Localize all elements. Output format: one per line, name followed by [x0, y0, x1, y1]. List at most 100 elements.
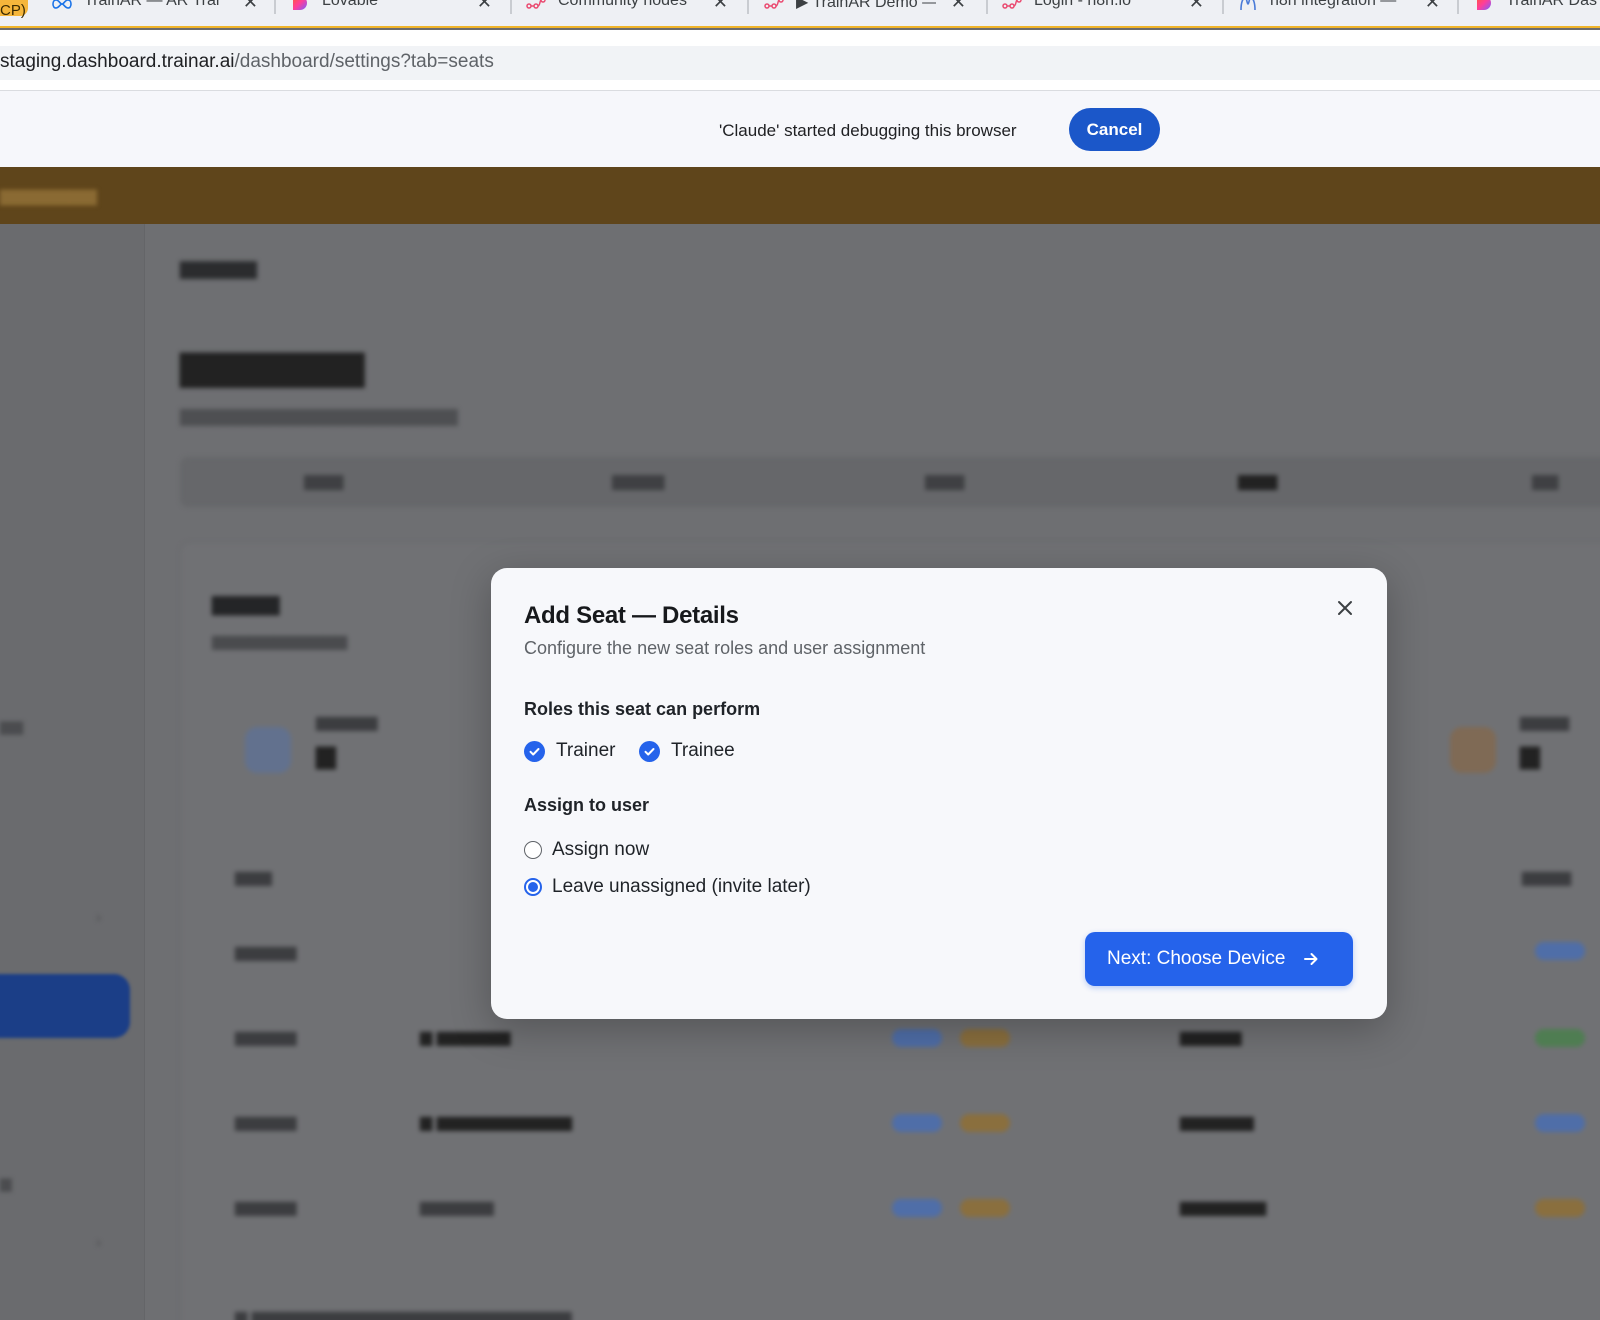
- background-row-text: ▆▆▆▆▆: [235, 1114, 297, 1131]
- background-status-pill: [1535, 942, 1585, 960]
- browser-tab-strip: CP) TrainAR — AR Trai ✕ Lovable ✕ Commun…: [0, 0, 1600, 28]
- close-icon[interactable]: ✕: [1189, 0, 1204, 13]
- claude-icon: [1240, 0, 1256, 11]
- background-card-title: ▆▆▆▆: [212, 590, 280, 615]
- background-row-text: ▆ ▆▆▆▆▆▆▆▆▆▆▆: [420, 1114, 573, 1131]
- background-stat-value: ▆: [1520, 739, 1540, 769]
- role-checkbox-trainee[interactable]: Trainee: [639, 740, 735, 762]
- background-row-text: ▆▆▆▆▆▆: [420, 1199, 494, 1216]
- sidebar-blur-chevron: ›: [96, 1234, 101, 1251]
- lovable-icon: [1477, 0, 1491, 10]
- url-host: staging.dashboard.trainar.ai: [0, 51, 235, 72]
- browser-tab[interactable]: Lovable ✕: [290, 0, 496, 26]
- radio-leave-unassigned[interactable]: Leave unassigned (invite later): [524, 876, 811, 898]
- background-subheading: ▆▆▆▆▆▆▆▆▆▆▆▆▆▆▆▆▆▆▆: [180, 405, 458, 426]
- background-row-text: ▆ ▆▆▆▆▆▆: [420, 1029, 511, 1046]
- radio-selected-icon[interactable]: [524, 878, 542, 896]
- background-stat-value: ▆: [316, 739, 336, 769]
- tab-label: n8n integration —: [1270, 0, 1397, 9]
- checkbox-checked-icon[interactable]: [639, 740, 660, 762]
- role-label: Trainer: [556, 740, 616, 761]
- url-path: /dashboard/settings?tab=seats: [234, 51, 494, 72]
- background-row-text: ▆▆▆▆▆: [235, 944, 297, 961]
- close-icon[interactable]: ✕: [243, 0, 258, 13]
- background-breadcrumb: ▆▆▆▆▆: [180, 257, 257, 279]
- tab-label: TrainAR — AR Trai: [84, 0, 220, 9]
- add-seat-dialog: Add Seat — Details Configure the new sea…: [491, 568, 1387, 1019]
- debugging-message: 'Claude' started debugging this browser: [719, 121, 1017, 140]
- dialog-title: Add Seat — Details: [524, 602, 739, 629]
- background-row-text: ▆▆▆▆▆: [1180, 1029, 1242, 1046]
- infinity-icon: [52, 0, 72, 9]
- browser-tab[interactable]: Login - n8n.io ✕: [1002, 0, 1208, 26]
- url-field[interactable]: staging.dashboard.trainar.ai/dashboard/s…: [0, 46, 1600, 80]
- close-icon[interactable]: ✕: [951, 0, 966, 13]
- background-role-pill: [960, 1029, 1010, 1047]
- background-status-pill: [1535, 1029, 1585, 1047]
- background-col-header: ▆▆▆▆: [1522, 869, 1572, 886]
- browser-tab[interactable]: Community nodes ✕: [526, 0, 732, 26]
- close-icon[interactable]: ✕: [477, 0, 492, 13]
- background-col-header: ▆▆▆: [235, 869, 272, 886]
- background-heading: ▆▆▆▆▆▆: [180, 343, 365, 387]
- browser-tab[interactable]: TrainAR — AR Trai ✕: [52, 0, 262, 26]
- address-bar: staging.dashboard.trainar.ai/dashboard/s…: [0, 30, 1600, 90]
- browser-tab[interactable]: ▶ TrainAR Demo — ✕: [764, 0, 970, 26]
- lovable-icon: [293, 0, 307, 10]
- sidebar-blur-text: ▆▆: [0, 718, 24, 735]
- background-role-pill: [892, 1114, 942, 1132]
- browser-tab[interactable]: TrainAR Das: [1474, 0, 1600, 26]
- background-stat-icon: [245, 727, 291, 773]
- arrow-right-icon: [1301, 949, 1321, 969]
- background-row-text: ▆▆▆▆▆▆▆: [1180, 1199, 1267, 1216]
- debugging-infobar: 'Claude' started debugging this browser …: [0, 90, 1600, 167]
- background-card-desc: ▆▆▆▆▆▆▆▆▆▆▆: [212, 633, 348, 650]
- radio-assign-now[interactable]: Assign now: [524, 839, 649, 861]
- close-icon[interactable]: ✕: [1425, 0, 1440, 13]
- background-role-pill: [892, 1199, 942, 1217]
- dialog-description: Configure the new seat roles and user as…: [524, 638, 926, 658]
- checkbox-checked-icon[interactable]: [524, 740, 545, 762]
- top-banner: ▆▆▆▆▆▆▆: [0, 167, 1600, 224]
- background-tabs: ▆▆▆ ▆▆▆▆ ▆▆▆ ▆▆▆ ▆▆: [180, 457, 1600, 507]
- background-row-text: ▆▆▆▆▆: [235, 1029, 297, 1046]
- sidebar-blur-chevron: ›: [96, 909, 101, 926]
- background-stat-label: ▆▆▆▆▆: [316, 714, 378, 731]
- background-footer-note: ▆ ▆▆▆▆▆▆▆▆▆▆▆▆▆▆▆▆▆▆▆▆▆▆▆▆▆▆: [235, 1309, 572, 1320]
- radio-unselected-icon[interactable]: [524, 841, 542, 859]
- background-status-pill: [1535, 1199, 1585, 1217]
- tab-label: ▶ TrainAR Demo —: [796, 0, 936, 11]
- close-icon[interactable]: [1333, 596, 1357, 620]
- close-icon[interactable]: ✕: [713, 0, 728, 13]
- assign-label: Assign to user: [524, 795, 650, 815]
- n8n-icon: [764, 0, 784, 9]
- background-row-text: ▆▆▆▆▆▆: [1180, 1114, 1254, 1131]
- sidebar-active-item: [0, 974, 130, 1038]
- tab-group-badge[interactable]: CP): [0, 0, 28, 19]
- background-role-pill: [960, 1114, 1010, 1132]
- role-label: Trainee: [671, 740, 735, 761]
- roles-label: Roles this seat can perform: [524, 699, 761, 719]
- next-choose-device-button[interactable]: Next: Choose Device: [1085, 932, 1353, 986]
- background-status-pill: [1535, 1114, 1585, 1132]
- background-role-pill: [892, 1029, 942, 1047]
- background-row-text: ▆▆▆▆▆: [235, 1199, 297, 1216]
- tab-label: Login - n8n.io: [1034, 0, 1131, 9]
- sidebar-blur-text: ▆: [0, 1175, 12, 1192]
- tab-label: TrainAR Das: [1506, 0, 1597, 9]
- background-stat-label: ▆▆▆▆: [1520, 714, 1570, 731]
- next-button-label: Next: Choose Device: [1107, 948, 1286, 969]
- radio-label: Assign now: [552, 839, 650, 860]
- tab-label: Community nodes: [558, 0, 687, 9]
- tab-label: Lovable: [322, 0, 379, 9]
- banner-blur: ▆▆▆▆▆▆▆: [0, 185, 97, 205]
- role-checkbox-trainer[interactable]: Trainer: [524, 740, 615, 762]
- browser-tab[interactable]: n8n integration — ✕: [1238, 0, 1444, 26]
- n8n-icon: [526, 0, 546, 9]
- sidebar: ▆▆ › ▆ ›: [0, 224, 145, 1320]
- n8n-icon: [1002, 0, 1022, 9]
- radio-label: Leave unassigned (invite later): [552, 876, 811, 897]
- cancel-debugging-button[interactable]: Cancel: [1069, 108, 1160, 151]
- background-role-pill: [960, 1199, 1010, 1217]
- background-stat-icon: [1450, 727, 1496, 773]
